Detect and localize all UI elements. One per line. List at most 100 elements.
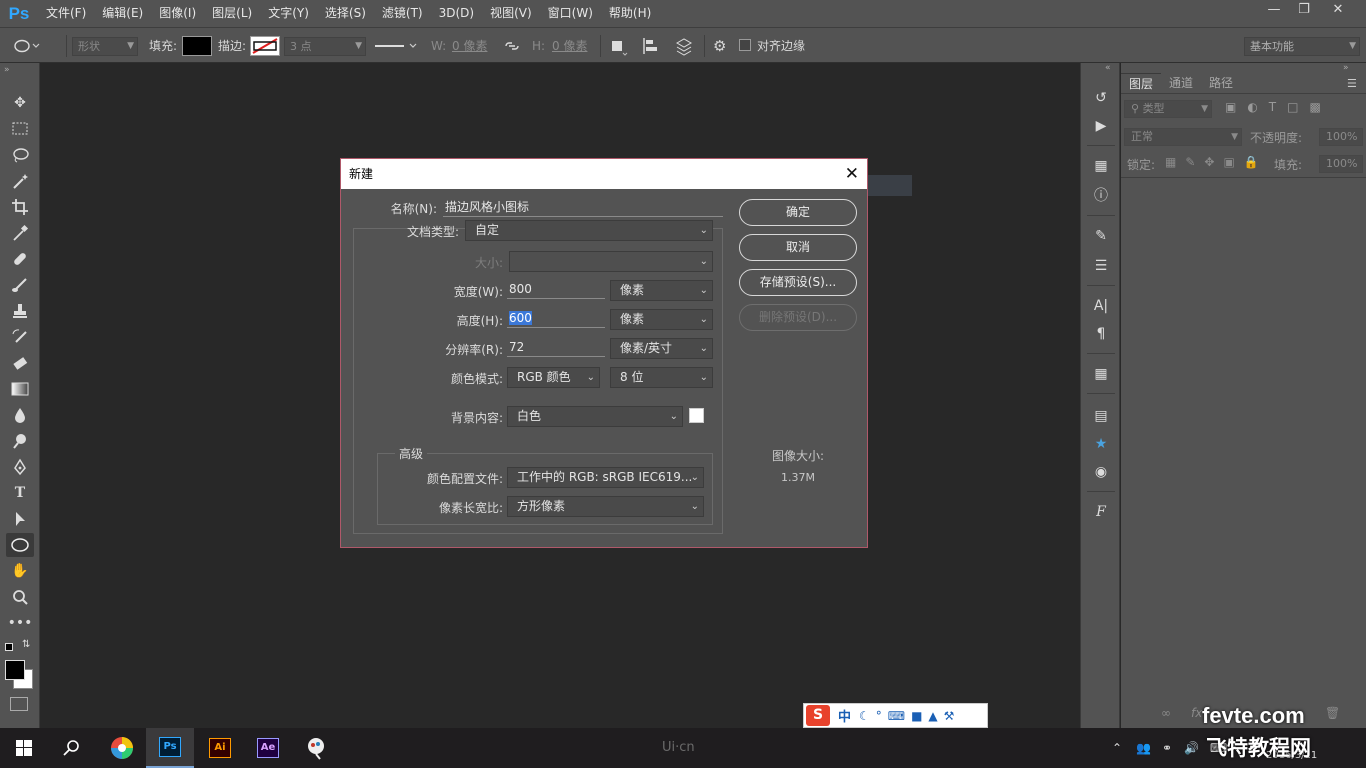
eraser-tool-icon[interactable] (6, 351, 34, 375)
app-taskbar-icon[interactable] (292, 728, 340, 768)
save-preset-button[interactable]: 存储预设(S)... (739, 269, 857, 296)
network-icon[interactable]: ⚭ (1162, 728, 1172, 768)
menu-help[interactable]: 帮助(H) (601, 0, 659, 27)
resolution-field[interactable]: 72 (507, 337, 605, 357)
marquee-tool-icon[interactable] (6, 117, 34, 141)
path-selection-tool-icon[interactable] (6, 507, 34, 531)
menu-file[interactable]: 文件(F) (38, 0, 94, 27)
magic-wand-tool-icon[interactable] (6, 169, 34, 193)
glyphs-panel-icon[interactable]: F (1089, 501, 1113, 523)
more-tools-icon[interactable]: ••• (6, 611, 34, 635)
width-unit-select[interactable]: 像素 ⌄ (610, 280, 713, 301)
healing-brush-tool-icon[interactable] (6, 247, 34, 271)
crop-tool-icon[interactable] (6, 195, 34, 219)
trash-icon[interactable]: 🗑 (1325, 706, 1340, 720)
height-field[interactable]: 0 像素 (552, 28, 587, 64)
align-edges-checkbox[interactable] (739, 39, 751, 51)
menu-type[interactable]: 文字(Y) (260, 0, 317, 27)
people-icon[interactable]: 👥 (1136, 728, 1151, 768)
bit-depth-select[interactable]: 8 位 ⌄ (610, 367, 713, 388)
path-alignment-icon[interactable] (641, 28, 661, 64)
gear-icon[interactable]: ⚙ (713, 28, 726, 64)
stroke-swatch[interactable] (250, 36, 280, 56)
lasso-tool-icon[interactable] (6, 143, 34, 167)
stroke-size-select[interactable]: 3 点 ▼ (284, 37, 366, 56)
collapse-panels-icon[interactable]: « (1105, 63, 1111, 73)
search-icon[interactable] (48, 728, 96, 768)
type-tool-icon[interactable]: T (6, 481, 34, 505)
hand-tool-icon[interactable]: ✋ (6, 559, 34, 583)
background-contents-select[interactable]: 白色 ⌄ (507, 406, 683, 427)
cancel-button[interactable]: 取消 (739, 234, 857, 261)
filter-icons[interactable]: ▣◐T□▩ (1225, 100, 1345, 118)
volume-icon[interactable]: 🔊 (1184, 728, 1199, 768)
history-brush-tool-icon[interactable] (6, 325, 34, 349)
ime-mode[interactable]: 中 (838, 706, 851, 725)
default-colors-icon[interactable] (5, 643, 13, 651)
close-window-button[interactable]: ✕ (1322, 0, 1354, 22)
eyedropper-tool-icon[interactable] (6, 221, 34, 245)
menu-filter[interactable]: 滤镜(T) (374, 0, 431, 27)
restore-button[interactable]: ❐ (1288, 0, 1320, 22)
swap-colors-icon[interactable]: ⇅ (22, 639, 30, 650)
quick-mask-icon[interactable] (10, 697, 28, 711)
menu-select[interactable]: 选择(S) (317, 0, 374, 27)
fill-field[interactable]: 100% (1319, 155, 1363, 173)
collapse-layers-icon[interactable]: » (1343, 63, 1349, 73)
properties-panel-icon[interactable]: ☰ (1089, 255, 1113, 277)
color-wheel-app-icon[interactable] (98, 728, 146, 768)
path-arrangement-icon[interactable] (673, 28, 695, 64)
tab-channels[interactable]: 通道 (1161, 73, 1201, 93)
ellipse-tool-icon[interactable] (6, 533, 34, 557)
collapse-toolbar-icon[interactable]: » (4, 65, 10, 75)
fill-swatch[interactable] (182, 36, 212, 56)
zoom-tool-icon[interactable] (6, 585, 34, 609)
ellipse-tool-preset-icon[interactable] (8, 28, 42, 64)
color-mode-select[interactable]: RGB 颜色 ⌄ (507, 367, 600, 388)
blur-tool-icon[interactable] (6, 403, 34, 427)
pen-tool-icon[interactable] (6, 455, 34, 479)
size-select[interactable]: ⌄ (509, 251, 713, 272)
link-layers-icon[interactable]: ∞ (1161, 706, 1171, 720)
gradient-tool-icon[interactable] (6, 377, 34, 401)
tab-layers[interactable]: 图层 (1121, 73, 1162, 93)
stroke-type-select[interactable] (372, 28, 422, 64)
swatches-panel-icon[interactable]: ▦ (1089, 363, 1113, 385)
history-panel-icon[interactable]: ↺ (1089, 87, 1113, 109)
resolution-unit-select[interactable]: 像素/英寸 ⌄ (610, 338, 713, 359)
menu-layer[interactable]: 图层(L) (204, 0, 260, 27)
menu-window[interactable]: 窗口(W) (540, 0, 601, 27)
styles-panel-icon[interactable]: ◉ (1089, 461, 1113, 483)
windows-start-icon[interactable] (0, 728, 48, 768)
lock-icons[interactable]: ▦✎✥▣🔒 (1165, 155, 1268, 169)
ime-tool-icons[interactable]: ☾°⌨■▲⚒ (859, 709, 960, 723)
move-tool-icon[interactable]: ✥ (6, 91, 34, 115)
adjustments-panel-icon[interactable]: ▤ (1089, 405, 1113, 427)
background-color-swatch[interactable] (689, 408, 704, 423)
dialog-close-icon[interactable]: ✕ (845, 159, 859, 189)
kind-filter-select[interactable]: ⚲ 类型 ▼ (1124, 100, 1212, 118)
name-field[interactable]: 描边风格小图标 (443, 197, 723, 217)
opacity-field[interactable]: 100% (1319, 128, 1363, 146)
blend-mode-select[interactable]: 正常 ▼ (1124, 128, 1242, 146)
brush-tool-icon[interactable] (6, 273, 34, 297)
foreground-color-swatch[interactable] (5, 660, 25, 680)
path-operations-icon[interactable] (609, 28, 629, 64)
libraries-star-icon[interactable]: ★ (1089, 433, 1113, 455)
height-field[interactable]: 600 (507, 308, 605, 328)
delete-preset-button[interactable]: 删除预设(D)... (739, 304, 857, 331)
tab-paths[interactable]: 路径 (1201, 73, 1241, 93)
illustrator-taskbar-icon[interactable]: Ai (196, 728, 244, 768)
clone-stamp-tool-icon[interactable] (6, 299, 34, 323)
document-type-select[interactable]: 自定 ⌄ (465, 220, 713, 241)
pixel-aspect-select[interactable]: 方形像素 ⌄ (507, 496, 704, 517)
tray-chevron-icon[interactable]: ⌃ (1112, 728, 1122, 768)
ime-logo[interactable]: S (806, 705, 830, 726)
height-unit-select[interactable]: 像素 ⌄ (610, 309, 713, 330)
actions-panel-icon[interactable]: ▶ (1089, 115, 1113, 137)
width-field[interactable]: 0 像素 (452, 28, 487, 64)
minimize-button[interactable]: — (1258, 0, 1290, 22)
after-effects-taskbar-icon[interactable]: Ae (244, 728, 292, 768)
menu-view[interactable]: 视图(V) (482, 0, 540, 27)
color-profile-select[interactable]: 工作中的 RGB: sRGB IEC619... ⌄ (507, 467, 704, 488)
